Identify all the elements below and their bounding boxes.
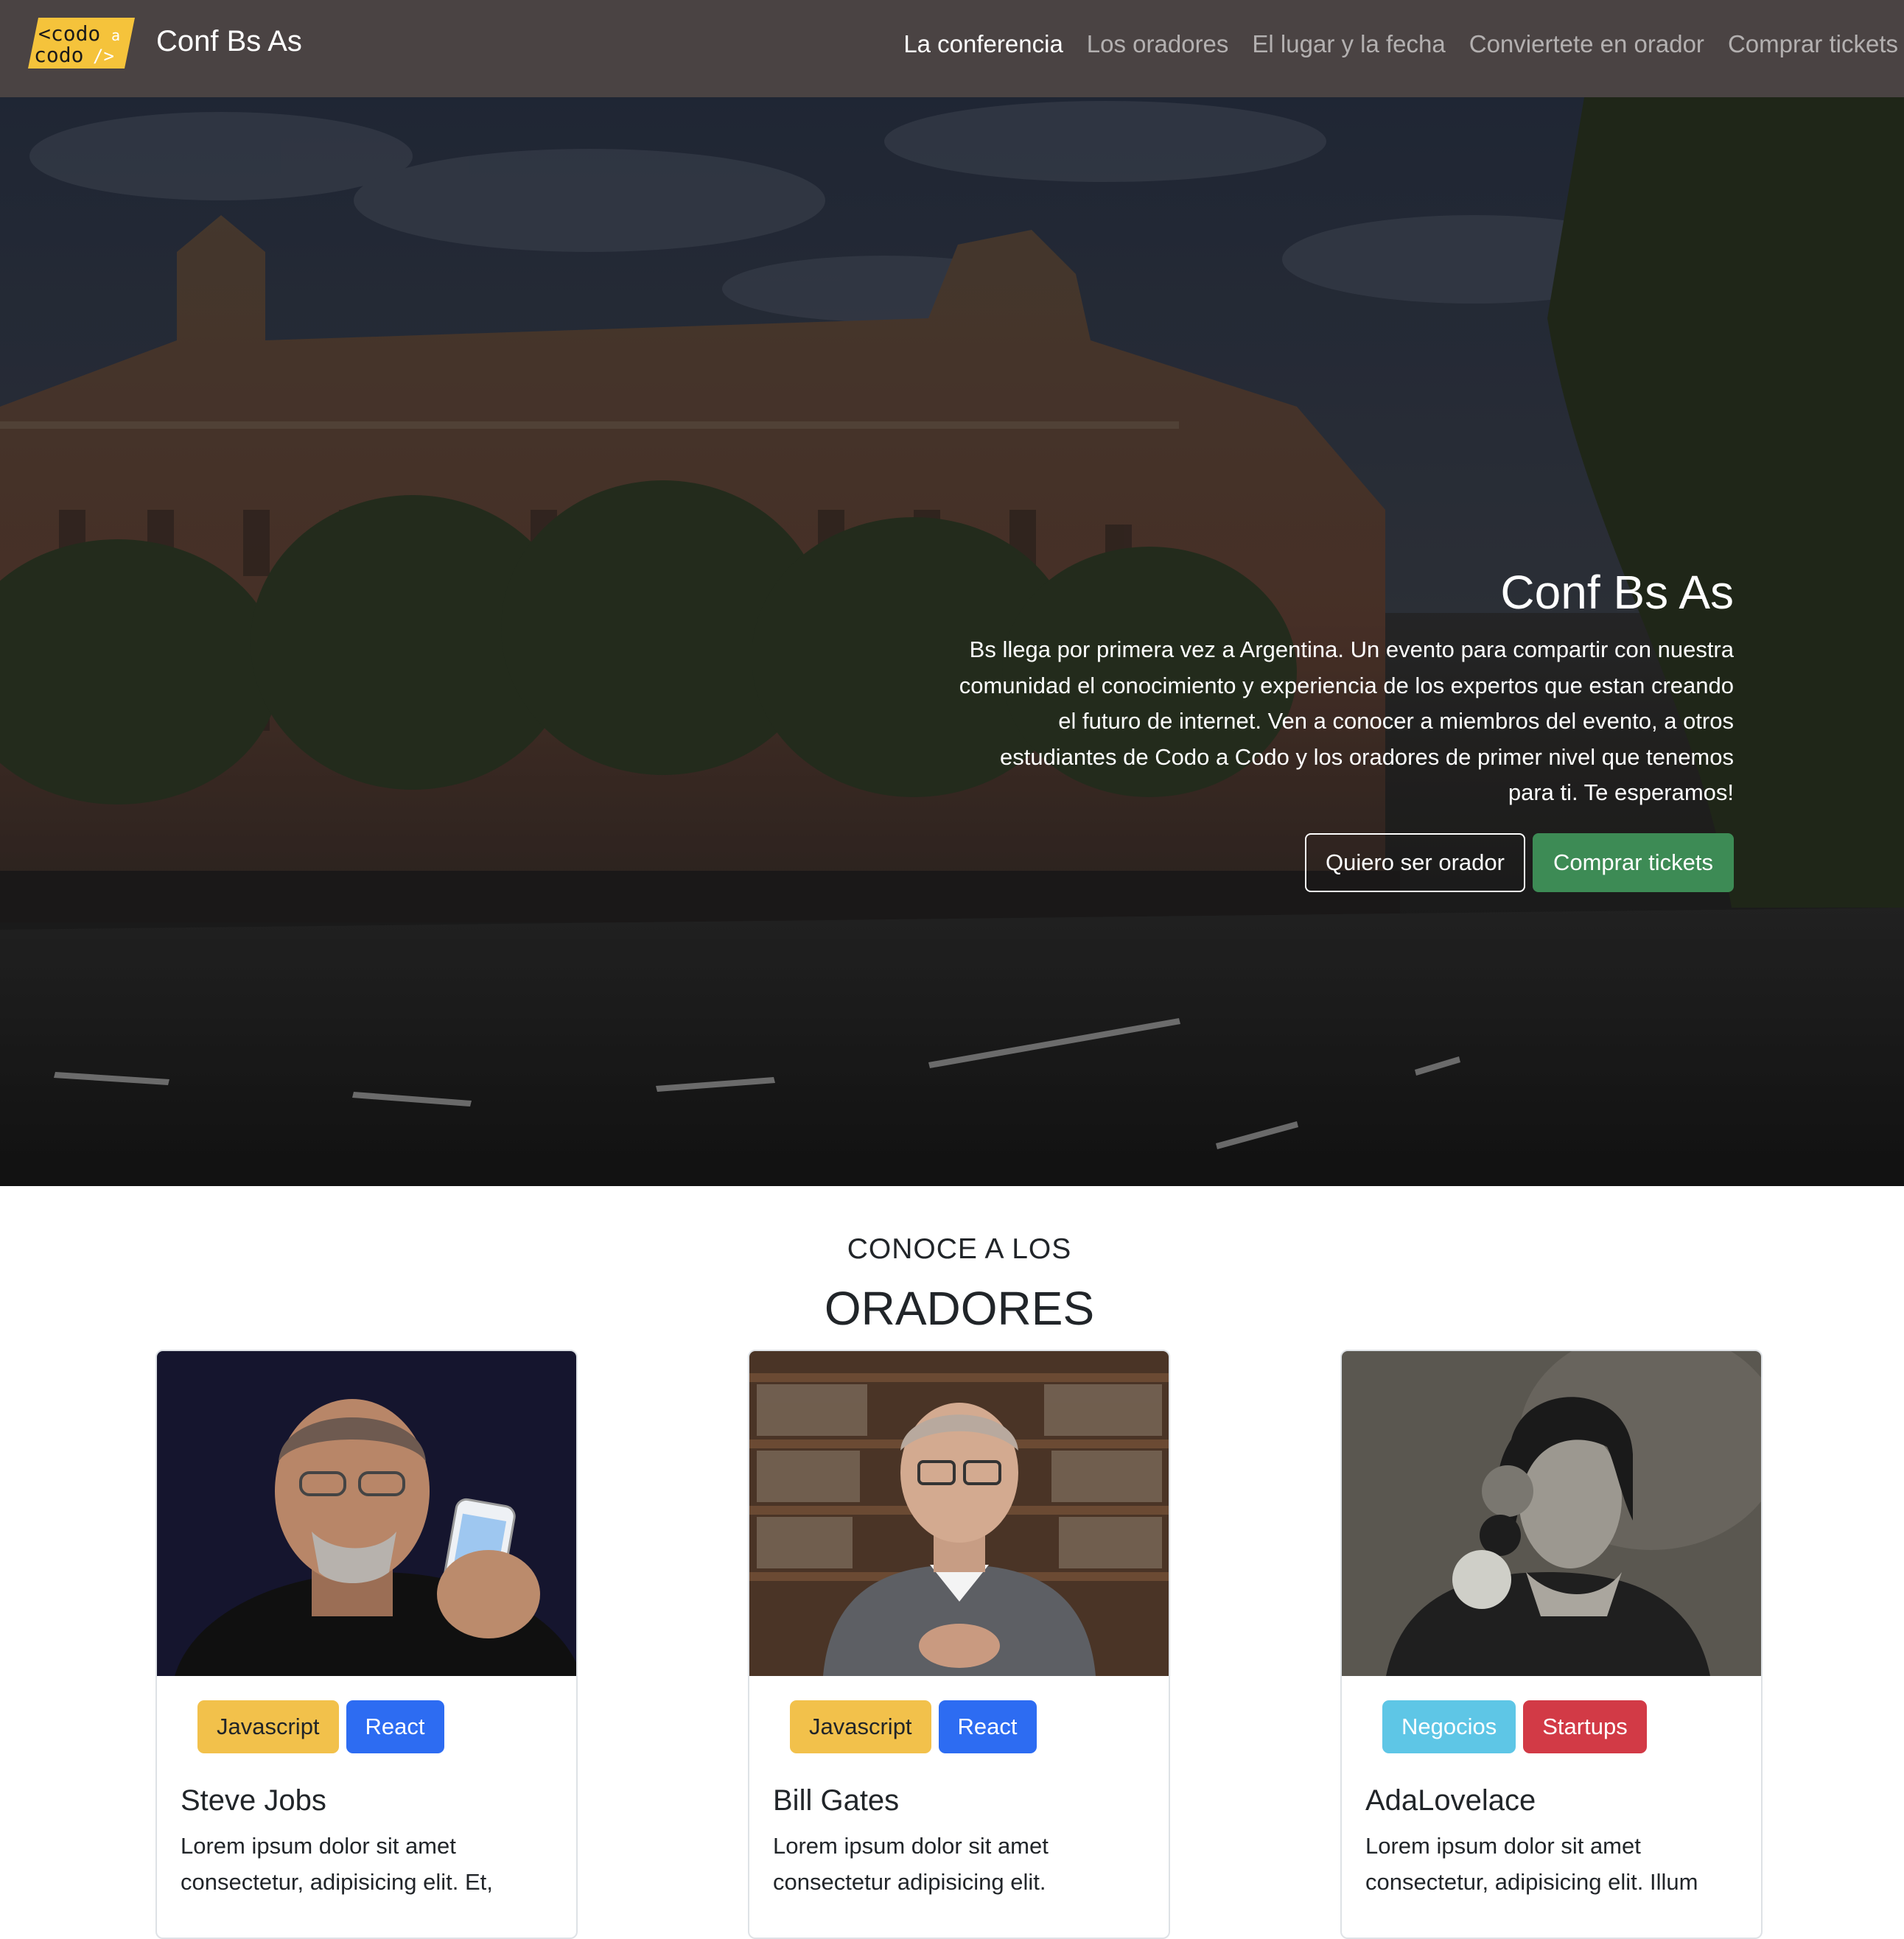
speaker-name: Bill Gates <box>773 1784 900 1817</box>
codo-a-codo-logo[interactable]: <codo a codo /> <box>28 18 135 69</box>
speaker-card: Javascript React Bill Gates Lorem ipsum … <box>748 1350 1170 1939</box>
nav-link-la-conferencia[interactable]: La conferencia <box>903 27 1063 62</box>
badge-startups[interactable]: Startups <box>1523 1700 1647 1753</box>
speakers-header: CONOCE A LOS ORADORES <box>0 1229 1904 1339</box>
speaker-description: Lorem ipsum dolor sit amet consectetur, … <box>1365 1833 1698 1895</box>
quiero-ser-orador-button[interactable]: Quiero ser orador <box>1305 832 1525 892</box>
nav-link-los-oradores[interactable]: Los oradores <box>1087 27 1229 62</box>
logo-text-4: /> <box>93 46 114 66</box>
speaker-card: Negocios Startups AdaLovelace Lorem ipsu… <box>1340 1350 1763 1939</box>
speaker-name: AdaLovelace <box>1365 1784 1536 1817</box>
speaker-description: Lorem ipsum dolor sit amet consectetur a… <box>773 1833 1049 1895</box>
speaker-card: Javascript React Steve Jobs Lorem ipsum … <box>155 1350 578 1939</box>
logo-text-2: a <box>111 27 120 44</box>
speakers-title: ORADORES <box>824 1282 1095 1335</box>
nav-links: La conferencia Los oradores El lugar y l… <box>903 27 1898 62</box>
nav-link-el-lugar-y-la-fecha[interactable]: El lugar y la fecha <box>1252 27 1445 62</box>
nav-link-comprar-tickets[interactable]: Comprar tickets <box>1728 27 1898 62</box>
badge-react[interactable]: React <box>346 1700 444 1753</box>
speakers-eyebrow: CONOCE A LOS <box>847 1233 1072 1265</box>
hero-section: Conf Bs As Bs llega por primera vez a Ar… <box>0 97 1904 1186</box>
speaker-name: Steve Jobs <box>181 1784 326 1817</box>
hero-buttons: Quiero ser orador Comprar tickets <box>953 832 1734 892</box>
comprar-tickets-button[interactable]: Comprar tickets <box>1532 832 1734 892</box>
speaker-badges: Negocios Startups <box>1382 1700 1647 1753</box>
badge-negocios[interactable]: Negocios <box>1382 1700 1516 1753</box>
hero-content: Conf Bs As Bs llega por primera vez a Ar… <box>953 561 1734 892</box>
badge-react[interactable]: React <box>938 1700 1037 1753</box>
speaker-badges: Javascript React <box>197 1700 444 1753</box>
badge-javascript[interactable]: Javascript <box>790 1700 931 1753</box>
hero-title: Conf Bs As <box>1500 566 1734 619</box>
speaker-badges: Javascript React <box>790 1700 1037 1753</box>
logo-text-3: codo <box>34 43 83 67</box>
hero-description: Bs llega por primera vez a Argentina. Un… <box>959 637 1734 805</box>
navbar: <codo a codo /> Conf Bs As La conferenci… <box>0 0 1904 97</box>
nav-link-conviertete-en-orador[interactable]: Conviertete en orador <box>1469 27 1704 62</box>
speaker-photo <box>749 1351 1169 1676</box>
badge-javascript[interactable]: Javascript <box>197 1700 339 1753</box>
navbar-brand[interactable]: Conf Bs As <box>156 21 302 62</box>
speaker-description: Lorem ipsum dolor sit amet consectetur, … <box>181 1833 493 1895</box>
speaker-photo <box>157 1351 576 1676</box>
speaker-photo <box>1342 1351 1761 1676</box>
